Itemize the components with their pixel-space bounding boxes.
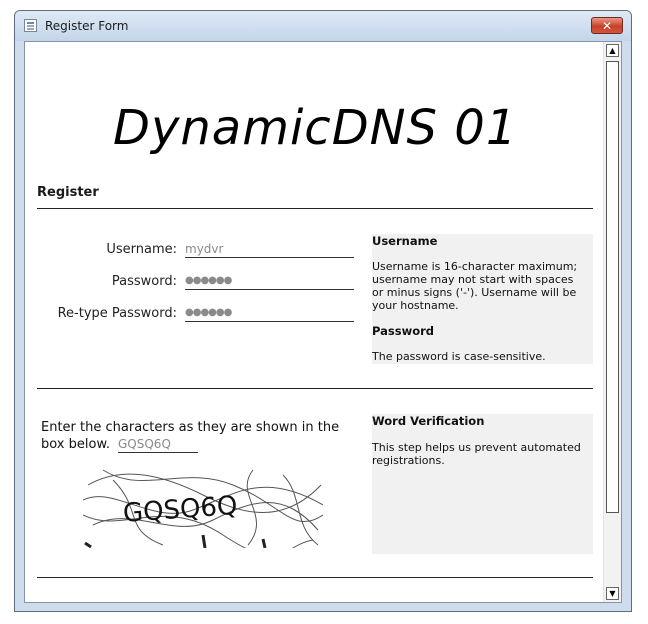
title-bar[interactable]: Register Form ✕ [15,11,631,41]
captcha-input[interactable]: GQSQ6Q [118,436,198,453]
password-label: Password: [111,274,177,289]
window-title: Register Form [45,19,129,33]
close-button[interactable]: ✕ [591,17,623,34]
register-help-panel: Username Username is 16-character maximu… [372,234,593,364]
divider [37,577,593,578]
app-logo-text: DynamicDNS 01 [113,100,518,156]
help-verification-line: registrations. [372,454,445,467]
help-username-line: or minus signs ('-'). Username will be [372,286,577,299]
verification-instruction: Enter the characters as they are shown i… [41,420,340,452]
username-field[interactable]: mydvr [185,241,354,258]
divider [37,208,593,209]
username-label: Username: [106,242,177,257]
help-verification-line: This step helps us prevent automated [372,441,581,454]
help-username-line: Username is 16-character maximum; [372,260,578,273]
form-content: DynamicDNS 01 Register Username: mydvr P… [24,41,622,603]
scrollbar-thumb[interactable] [606,61,619,513]
retype-password-label: Re-type Password: [57,306,177,321]
scroll-down-arrow-icon[interactable]: ▼ [606,587,619,600]
help-username-title: Username [372,234,438,248]
verification-help-panel: Word Verification This step helps us pre… [372,414,593,554]
scroll-up-arrow-icon[interactable]: ▲ [606,44,619,57]
help-username-line: your hostname. [372,299,459,312]
register-form-window: Register Form ✕ DynamicDNS 01 Register U… [14,10,632,612]
captcha-image: GQSQ6Q [83,465,323,548]
divider [37,388,593,389]
vertical-scrollbar[interactable]: ▲ ▼ [603,42,621,602]
password-field[interactable]: ●●●●●● [185,273,354,290]
section-title: Register [37,185,99,200]
help-password-text: The password is case-sensitive. [372,350,546,363]
help-verification-title: Word Verification [372,414,485,428]
help-username-line: username may not start with spaces [372,273,574,286]
retype-password-field[interactable]: ●●●●●● [185,305,354,322]
help-password-title: Password [372,324,434,338]
window-icon [24,19,37,32]
